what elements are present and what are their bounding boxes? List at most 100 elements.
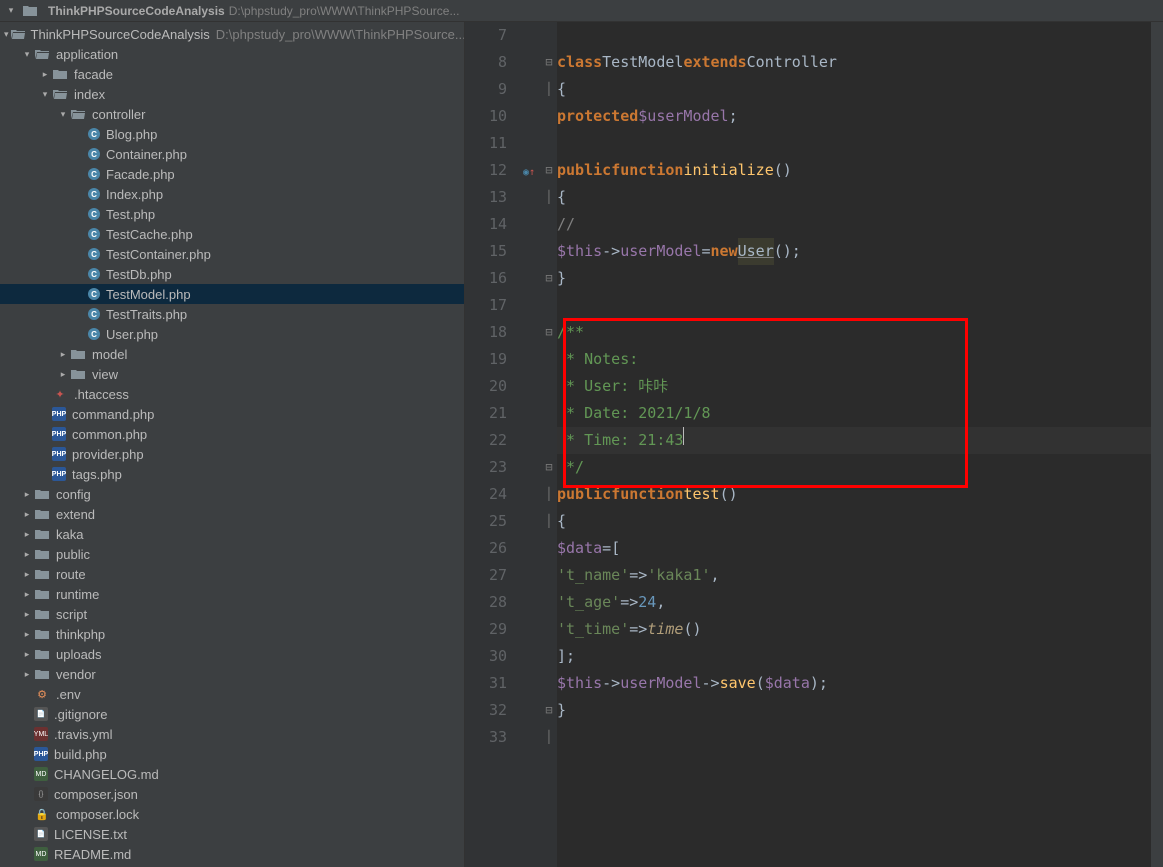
fold-toggle-icon[interactable]: ⊟: [541, 157, 557, 184]
fold-toggle-icon[interactable]: ⊟: [541, 319, 557, 346]
tree-item[interactable]: ▸PHPcommand.php: [0, 404, 464, 424]
code-line[interactable]: [557, 724, 1151, 751]
tree-item[interactable]: ▸thinkphp: [0, 624, 464, 644]
tree-item[interactable]: ▸CTestDb.php: [0, 264, 464, 284]
code-line[interactable]: * Date: 2021/1/8: [557, 400, 1151, 427]
chevron-right-icon[interactable]: ▸: [40, 69, 50, 79]
chevron-right-icon[interactable]: ▸: [58, 369, 68, 379]
code-line[interactable]: class TestModel extends Controller: [557, 49, 1151, 76]
tree-item-label: kaka: [56, 527, 83, 542]
tree-item[interactable]: ▸ kaka: [0, 524, 464, 544]
tree-item[interactable]: ▸PHPbuild.php: [0, 744, 464, 764]
tree-item[interactable]: ▸PHPprovider.php: [0, 444, 464, 464]
tree-item[interactable]: ▸⚙.env: [0, 684, 464, 704]
code-line[interactable]: protected $userModel;: [557, 103, 1151, 130]
code-line[interactable]: $data = [: [557, 535, 1151, 562]
chevron-down-icon[interactable]: ▾: [6, 6, 16, 16]
chevron-right-icon[interactable]: ▸: [22, 589, 32, 599]
tree-item[interactable]: ▸route: [0, 564, 464, 584]
chevron-down-icon[interactable]: ▾: [40, 89, 50, 99]
tree-item[interactable]: ▸MDREADME.md: [0, 844, 464, 864]
tree-item[interactable]: ▸runtime: [0, 584, 464, 604]
chevron-right-icon[interactable]: ▸: [58, 349, 68, 359]
tree-item[interactable]: ▾application: [0, 44, 464, 64]
chevron-right-icon[interactable]: ▸: [22, 569, 32, 579]
code-line[interactable]: /**: [557, 319, 1151, 346]
tree-item[interactable]: ▸model: [0, 344, 464, 364]
code-line[interactable]: public function test (): [557, 481, 1151, 508]
tree-item[interactable]: ▾index: [0, 84, 464, 104]
tree-item[interactable]: ▸📄.gitignore: [0, 704, 464, 724]
tree-item[interactable]: ▸CTestModel.php: [0, 284, 464, 304]
tree-item[interactable]: ▸CContainer.php: [0, 144, 464, 164]
code-line[interactable]: 't_age' => 24,: [557, 589, 1151, 616]
tree-item[interactable]: ▸CTestTraits.php: [0, 304, 464, 324]
tree-item[interactable]: ▸CTestContainer.php: [0, 244, 464, 264]
code-line[interactable]: [557, 292, 1151, 319]
code-line[interactable]: * Notes:: [557, 346, 1151, 373]
code-line[interactable]: public function initialize (): [557, 157, 1151, 184]
tree-item[interactable]: ▸MDCHANGELOG.md: [0, 764, 464, 784]
code-line[interactable]: * User: 咔咔: [557, 373, 1151, 400]
code-line[interactable]: {: [557, 508, 1151, 535]
code-line[interactable]: {: [557, 76, 1151, 103]
tree-item[interactable]: ▸YML.travis.yml: [0, 724, 464, 744]
code-line[interactable]: * Time: 21:43: [557, 427, 1151, 454]
tree-item[interactable]: ▸public: [0, 544, 464, 564]
fold-toggle-icon[interactable]: ⊟: [541, 697, 557, 724]
vertical-scrollbar[interactable]: [1151, 22, 1163, 867]
code-line[interactable]: {: [557, 184, 1151, 211]
tree-item[interactable]: ▸config: [0, 484, 464, 504]
tree-item[interactable]: ▸extend: [0, 504, 464, 524]
chevron-down-icon[interactable]: ▾: [4, 29, 9, 39]
tree-item[interactable]: ▸CBlog.php: [0, 124, 464, 144]
tree-item[interactable]: ▸CFacade.php: [0, 164, 464, 184]
project-tree[interactable]: ▾ThinkPHPSourceCodeAnalysisD:\phpstudy_p…: [0, 22, 465, 867]
tree-item[interactable]: ▸{}composer.json: [0, 784, 464, 804]
chevron-down-icon[interactable]: ▾: [58, 109, 68, 119]
code-line[interactable]: ];: [557, 643, 1151, 670]
tree-item[interactable]: ▸PHPcommon.php: [0, 424, 464, 444]
tree-item[interactable]: ▸vendor: [0, 664, 464, 684]
tree-item[interactable]: ▸CTest.php: [0, 204, 464, 224]
tree-item[interactable]: ▸CIndex.php: [0, 184, 464, 204]
token: ();: [774, 238, 801, 265]
tree-item[interactable]: ▸uploads: [0, 644, 464, 664]
breadcrumb-project[interactable]: ThinkPHPSourceCodeAnalysis: [48, 4, 225, 18]
chevron-right-icon[interactable]: ▸: [22, 609, 32, 619]
code-line[interactable]: */: [557, 454, 1151, 481]
tree-item[interactable]: ▸CUser.php: [0, 324, 464, 344]
code-line[interactable]: }: [557, 697, 1151, 724]
tree-item[interactable]: ▸🔒composer.lock: [0, 804, 464, 824]
code-line[interactable]: 't_name' => 'kaka1',: [557, 562, 1151, 589]
chevron-right-icon[interactable]: ▸: [22, 629, 32, 639]
fold-toggle-icon[interactable]: ⊟: [541, 49, 557, 76]
code-editor[interactable]: 7891011121314151617181920212223242526272…: [465, 22, 1163, 867]
code-line[interactable]: [557, 130, 1151, 157]
tree-item[interactable]: ▸📄LICENSE.txt: [0, 824, 464, 844]
fold-toggle-icon[interactable]: ⊟: [541, 454, 557, 481]
fold-toggle-icon[interactable]: ⊟: [541, 265, 557, 292]
tree-item[interactable]: ▾controller: [0, 104, 464, 124]
chevron-right-icon[interactable]: ▸: [22, 649, 32, 659]
code-line[interactable]: $this->userModel->save($data);: [557, 670, 1151, 697]
chevron-right-icon[interactable]: ▸: [22, 549, 32, 559]
chevron-right-icon[interactable]: ▸: [22, 529, 32, 539]
code-line[interactable]: 't_time' => time(): [557, 616, 1151, 643]
tree-item[interactable]: ▸view: [0, 364, 464, 384]
tree-item[interactable]: ▾ThinkPHPSourceCodeAnalysisD:\phpstudy_p…: [0, 24, 464, 44]
tree-item[interactable]: ▸CTestCache.php: [0, 224, 464, 244]
code-line[interactable]: //: [557, 211, 1151, 238]
tree-item[interactable]: ▸PHPtags.php: [0, 464, 464, 484]
chevron-right-icon[interactable]: ▸: [22, 669, 32, 679]
tree-item[interactable]: ▸script: [0, 604, 464, 624]
tree-item[interactable]: ▸facade: [0, 64, 464, 84]
code-line[interactable]: [557, 22, 1151, 49]
code-line[interactable]: }: [557, 265, 1151, 292]
code-area[interactable]: class TestModel extends Controller { pro…: [557, 22, 1151, 867]
chevron-down-icon[interactable]: ▾: [22, 49, 32, 59]
code-line[interactable]: $this->userModel = new User();: [557, 238, 1151, 265]
chevron-right-icon[interactable]: ▸: [22, 489, 32, 499]
tree-item[interactable]: ▸✦.htaccess: [0, 384, 464, 404]
chevron-right-icon[interactable]: ▸: [22, 509, 32, 519]
